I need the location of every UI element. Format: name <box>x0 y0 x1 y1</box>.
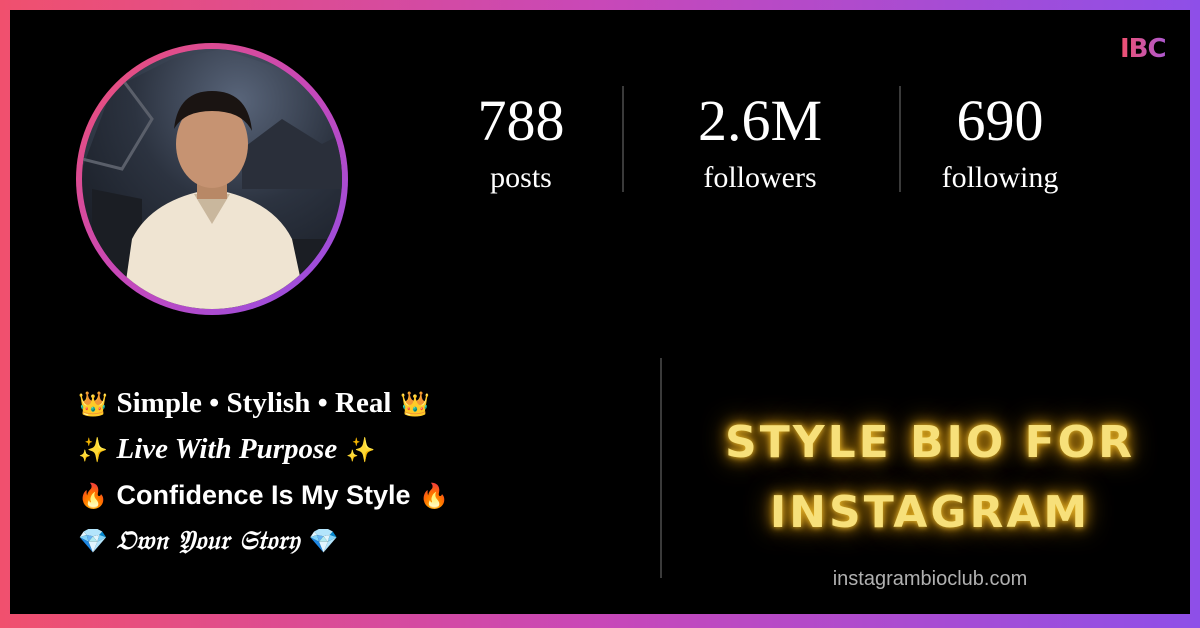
bio-text: Live With Purpose <box>116 433 338 465</box>
stat-posts[interactable]: 788 posts <box>421 88 621 198</box>
bio: 👑 Simple • Stylish • Real 👑 ✨ Live With … <box>78 380 449 564</box>
posts-count: 788 <box>477 88 565 153</box>
bio-line: 💎 𝔒𝔴𝔫 𝔜𝔬𝔲𝔯 𝔖𝔱𝔬𝔯𝔶 💎 <box>78 518 449 564</box>
sparkles-icon: ✨ <box>345 436 376 464</box>
headline-line-1: STYLE BIO FOR <box>725 417 1135 468</box>
headline-line-2: INSTAGRAM <box>769 487 1091 538</box>
posts-label: posts <box>490 161 552 194</box>
fire-icon: 🔥 <box>78 482 108 510</box>
site-url[interactable]: instagrambioclub.com <box>730 568 1130 591</box>
bio-line: 🔥 Confidence Is My Style 🔥 <box>78 472 449 518</box>
followers-count: 2.6M <box>697 88 823 153</box>
avatar-photo <box>82 49 342 309</box>
gem-icon: 💎 <box>308 527 339 555</box>
avatar <box>82 49 342 309</box>
stat-following[interactable]: 690 following <box>900 88 1100 198</box>
sparkles-icon: ✨ <box>78 436 108 464</box>
bio-text: 𝔒𝔴𝔫 𝔜𝔬𝔲𝔯 𝔖𝔱𝔬𝔯𝔶 <box>116 526 300 556</box>
headline: STYLE BIO FOR INSTAGRAM <box>690 408 1170 548</box>
stat-divider <box>622 86 624 192</box>
gem-icon: 💎 <box>78 527 108 555</box>
card: IBC 788 posts 2.6M followers 690 followi… <box>10 10 1190 614</box>
avatar-ring[interactable] <box>76 43 348 315</box>
bio-line: ✨ Live With Purpose ✨ <box>78 426 449 472</box>
stat-followers[interactable]: 2.6M followers <box>660 88 860 198</box>
ibc-logo: IBC <box>1120 34 1180 74</box>
crown-icon: 👑 <box>399 390 430 418</box>
following-count: 690 <box>956 88 1044 153</box>
section-divider <box>660 358 662 578</box>
fire-icon: 🔥 <box>419 482 450 510</box>
bio-text: Simple • Stylish • Real <box>116 387 392 419</box>
bio-text: Confidence Is My Style <box>116 480 411 510</box>
crown-icon: 👑 <box>78 390 108 418</box>
followers-label: followers <box>703 161 817 194</box>
following-label: following <box>941 161 1059 194</box>
bio-line: 👑 Simple • Stylish • Real 👑 <box>78 380 449 426</box>
